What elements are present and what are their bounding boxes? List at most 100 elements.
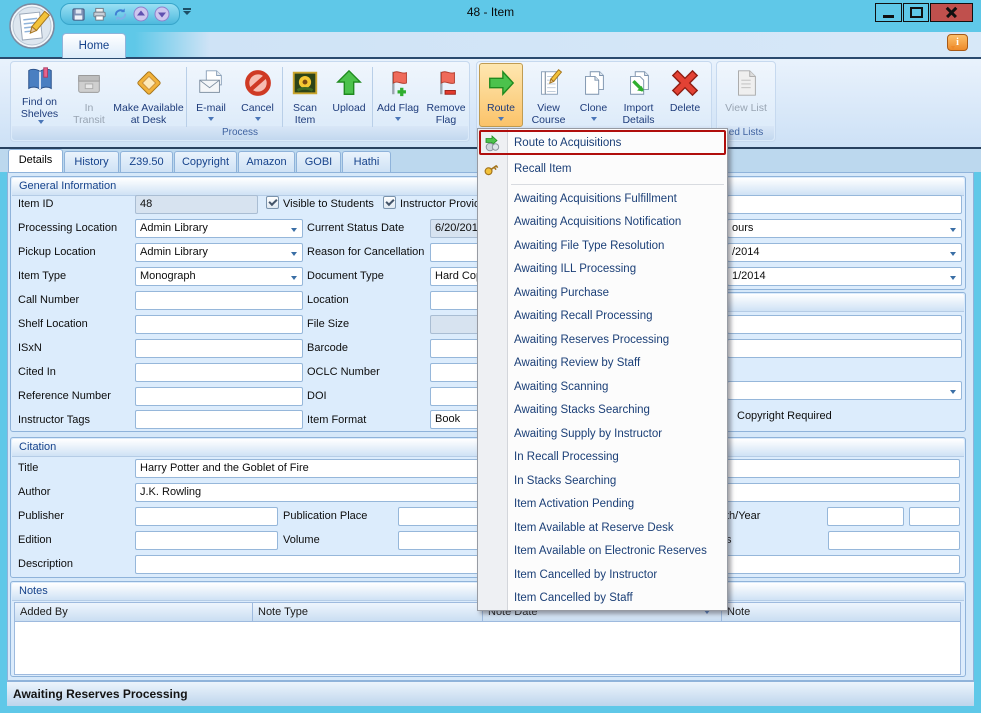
menu-item-route-to-acquisitions[interactable]: Route to Acquisitions [479, 130, 726, 155]
author-label: Author [18, 486, 50, 498]
scan-item-button[interactable]: Scan Item [284, 63, 326, 127]
tab-hathi[interactable]: Hathi [342, 151, 391, 172]
instructor-tags-field[interactable] [135, 410, 303, 429]
right-row7-combobox[interactable] [727, 381, 962, 400]
menu-item-status[interactable]: Awaiting Reserves Processing [478, 328, 727, 352]
right-row3-combobox[interactable]: /2014 [727, 243, 962, 262]
right-row6-field[interactable] [727, 339, 962, 358]
upload-button[interactable]: Upload [327, 63, 371, 127]
menu-item-status[interactable]: Item Available at Reserve Desk [478, 516, 727, 540]
notes-column-added-by[interactable]: Added By [14, 602, 253, 622]
menu-item-status[interactable]: Awaiting Recall Processing [478, 305, 727, 329]
import-icon [624, 65, 654, 101]
menu-item-status[interactable]: Awaiting Acquisitions Notification [478, 211, 727, 235]
route-cash-icon [484, 134, 501, 151]
recall-key-icon [483, 160, 500, 177]
minimize-button[interactable] [875, 3, 902, 22]
processing-location-combobox[interactable]: Admin Library [135, 219, 303, 238]
app-icon[interactable] [8, 2, 56, 50]
item-format-label: Item Format [307, 414, 366, 426]
right-row5-field[interactable] [727, 315, 962, 334]
print-icon[interactable] [91, 6, 107, 22]
menu-item-status[interactable]: Item Cancelled by Staff [478, 587, 727, 611]
email-button[interactable]: E-mail [188, 63, 234, 127]
delete-button[interactable]: Delete [663, 63, 707, 127]
import-details-button[interactable]: Import Details [615, 63, 662, 127]
view-course-button[interactable]: View Course [525, 63, 572, 127]
ribbon-group-process-label: Process [12, 126, 468, 140]
visible-to-students-checkbox[interactable] [266, 196, 279, 209]
dropdown-caret-icon [208, 117, 214, 124]
clone-button[interactable]: Clone [573, 63, 614, 127]
ribbon-tab-home[interactable]: Home [62, 33, 126, 58]
book-icon [25, 65, 55, 95]
scroll-up-icon[interactable] [133, 6, 149, 22]
isxn-field[interactable] [135, 339, 303, 358]
doi-label: DOI [307, 390, 327, 402]
red-x-icon [670, 65, 700, 101]
menu-item-status[interactable]: Awaiting ILL Processing [478, 258, 727, 282]
menu-item-status[interactable]: In Recall Processing [478, 446, 727, 470]
add-flag-button[interactable]: Add Flag [374, 63, 422, 127]
call-number-field[interactable] [135, 291, 303, 310]
cited-in-field[interactable] [135, 363, 303, 382]
title-label: Title [18, 462, 38, 474]
menu-item-recall-item[interactable]: Recall Item [478, 155, 727, 182]
route-button[interactable]: Route [479, 63, 523, 127]
dropdown-caret-icon [255, 117, 261, 124]
tab-copyright[interactable]: Copyright [174, 151, 237, 172]
maximize-button[interactable] [903, 3, 929, 22]
menu-item-status[interactable]: In Stacks Searching [478, 469, 727, 493]
view-list-button: View List [719, 63, 773, 127]
tab-details[interactable]: Details [8, 149, 63, 172]
notes-column-note[interactable]: Note [721, 602, 961, 622]
menu-item-status[interactable]: Awaiting Supply by Instructor [478, 422, 727, 446]
publication-month-field[interactable] [827, 507, 904, 526]
flag-plus-icon [383, 65, 413, 101]
envelope-icon [196, 65, 226, 101]
publication-year-field[interactable] [909, 507, 960, 526]
document-icon [731, 65, 761, 101]
notes-table-body[interactable] [14, 621, 961, 675]
menu-item-status[interactable]: Awaiting Review by Staff [478, 352, 727, 376]
instructor-provided-checkbox[interactable] [383, 196, 396, 209]
tab-gobi[interactable]: GOBI [296, 151, 341, 172]
tab-amazon[interactable]: Amazon [238, 151, 295, 172]
shelf-location-field[interactable] [135, 315, 303, 334]
menu-item-status[interactable]: Awaiting Acquisitions Fulfillment [478, 187, 727, 211]
find-on-shelves-button[interactable]: Find on Shelves [13, 63, 66, 127]
remove-flag-button[interactable]: Remove Flag [423, 63, 469, 127]
pages-field[interactable] [828, 531, 960, 550]
tab-z3950[interactable]: Z39.50 [120, 151, 173, 172]
menu-item-status[interactable]: Awaiting File Type Resolution [478, 234, 727, 258]
reference-number-field[interactable] [135, 387, 303, 406]
qat-overflow-icon[interactable] [182, 8, 192, 18]
menu-item-status[interactable]: Item Available on Electronic Reserves [478, 540, 727, 564]
right-row2-combobox[interactable]: ours [727, 219, 962, 238]
gold-diamond-icon [134, 65, 164, 101]
menu-item-status[interactable]: Item Activation Pending [478, 493, 727, 517]
right-row4-combobox[interactable]: 1/2014 [727, 267, 962, 286]
menu-item-status[interactable]: Awaiting Purchase [478, 281, 727, 305]
edition-field[interactable] [135, 531, 278, 550]
tab-history[interactable]: History [64, 151, 119, 172]
document-type-label: Document Type [307, 270, 384, 282]
call-number-label: Call Number [18, 294, 79, 306]
menu-item-status[interactable]: Awaiting Scanning [478, 375, 727, 399]
cancel-button[interactable]: Cancel [235, 63, 280, 127]
menu-item-status[interactable]: Item Cancelled by Instructor [478, 563, 727, 587]
item-id-label: Item ID [18, 198, 53, 210]
save-icon[interactable] [70, 6, 86, 22]
item-type-combobox[interactable]: Monograph [135, 267, 303, 286]
help-icon[interactable]: i [947, 34, 968, 51]
pickup-location-combobox[interactable]: Admin Library [135, 243, 303, 262]
location-label: Location [307, 294, 349, 306]
menu-item-status[interactable]: Awaiting Stacks Searching [478, 399, 727, 423]
refresh-icon[interactable] [112, 6, 128, 22]
notes-column-note-type[interactable]: Note Type [252, 602, 483, 622]
publisher-field[interactable] [135, 507, 278, 526]
make-available-at-desk-button[interactable]: Make Available at Desk [112, 63, 185, 127]
right-row1-field[interactable] [727, 195, 962, 214]
close-button[interactable] [930, 3, 973, 22]
scroll-down-icon[interactable] [154, 6, 170, 22]
